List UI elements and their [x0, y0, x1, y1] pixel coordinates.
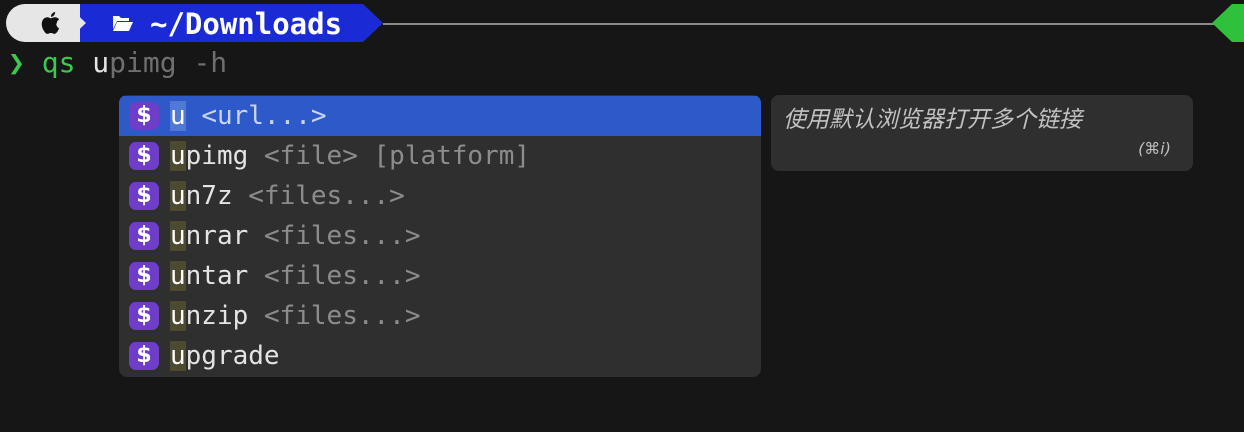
- dollar-icon: $: [129, 142, 159, 170]
- completion-match: u: [170, 221, 186, 251]
- description-panel: 使用默认浏览器打开多个链接 (⌘i): [771, 95, 1193, 171]
- current-directory: ~/Downloads: [150, 7, 343, 41]
- completion-label: upgrade: [170, 336, 295, 376]
- directory-segment-separator: [363, 4, 383, 42]
- completion-match: u: [170, 141, 186, 171]
- completion-item[interactable]: $ unrar <files...>: [119, 216, 761, 256]
- completion-args: <files...>: [263, 261, 421, 291]
- completion-match: u: [170, 261, 186, 291]
- status-cap: [1212, 4, 1232, 42]
- completion-label: u <url...>: [170, 96, 327, 136]
- autosuggestion: pimg -h: [109, 46, 228, 79]
- completion-label: unrar <files...>: [170, 216, 420, 256]
- completion-args: <url...>: [201, 101, 327, 131]
- prompt-chevron-icon: ❯: [8, 46, 25, 79]
- apple-logo-icon: [41, 12, 60, 34]
- apple-segment-separator: [66, 4, 86, 42]
- completion-match: u: [170, 301, 186, 331]
- completion-rest: nrar: [185, 221, 249, 251]
- directory-segment: ~/Downloads: [80, 4, 363, 42]
- completion-args: <files...>: [248, 181, 405, 211]
- prompt-rule: [383, 23, 1219, 25]
- completion-item[interactable]: $ un7z <files...>: [119, 176, 761, 216]
- completion-item[interactable]: $ upimg <file> [platform]: [119, 136, 761, 176]
- dollar-icon: $: [129, 182, 159, 210]
- completion-match: u: [170, 341, 186, 371]
- completion-item[interactable]: $ u <url...>: [119, 96, 761, 136]
- completion-label: un7z <files...>: [170, 176, 405, 216]
- dollar-icon: $: [129, 342, 159, 370]
- typed-text: u: [92, 46, 110, 79]
- prompt-bar: ~/Downloads: [0, 4, 1244, 42]
- dollar-icon: $: [129, 102, 159, 130]
- completion-item[interactable]: $ upgrade: [119, 336, 761, 376]
- completion-rest: pimg: [185, 141, 249, 171]
- command-name: qs: [41, 46, 76, 79]
- completion-args: <files...>: [263, 221, 421, 251]
- completion-label: upimg <file> [platform]: [170, 136, 530, 176]
- status-cap-fill: [1232, 4, 1244, 42]
- completion-popup: $ u <url...> $ upimg <file> [platform] $…: [119, 95, 761, 377]
- description-text: 使用默认浏览器打开多个链接: [783, 107, 1082, 133]
- completion-rest: pgrade: [185, 341, 280, 371]
- completion-args: <file> [platform]: [263, 141, 531, 171]
- completion-label: untar <files...>: [170, 256, 420, 296]
- completion-match: u: [170, 181, 186, 211]
- completion-rest: n7z: [185, 181, 233, 211]
- shortcut-hint: (⌘i): [1138, 139, 1171, 158]
- completion-match: u: [170, 101, 186, 131]
- completion-item[interactable]: $ unzip <files...>: [119, 296, 761, 336]
- command-line[interactable]: ❯ qs upimg -h: [8, 44, 227, 82]
- completion-rest: nzip: [185, 301, 249, 331]
- completion-item[interactable]: $ untar <files...>: [119, 256, 761, 296]
- dollar-icon: $: [129, 222, 159, 250]
- dollar-icon: $: [129, 262, 159, 290]
- completion-args: <files...>: [263, 301, 421, 331]
- folder-open-icon: [113, 16, 133, 31]
- completion-label: unzip <files...>: [170, 296, 420, 336]
- dollar-icon: $: [129, 302, 159, 330]
- completion-rest: ntar: [185, 261, 249, 291]
